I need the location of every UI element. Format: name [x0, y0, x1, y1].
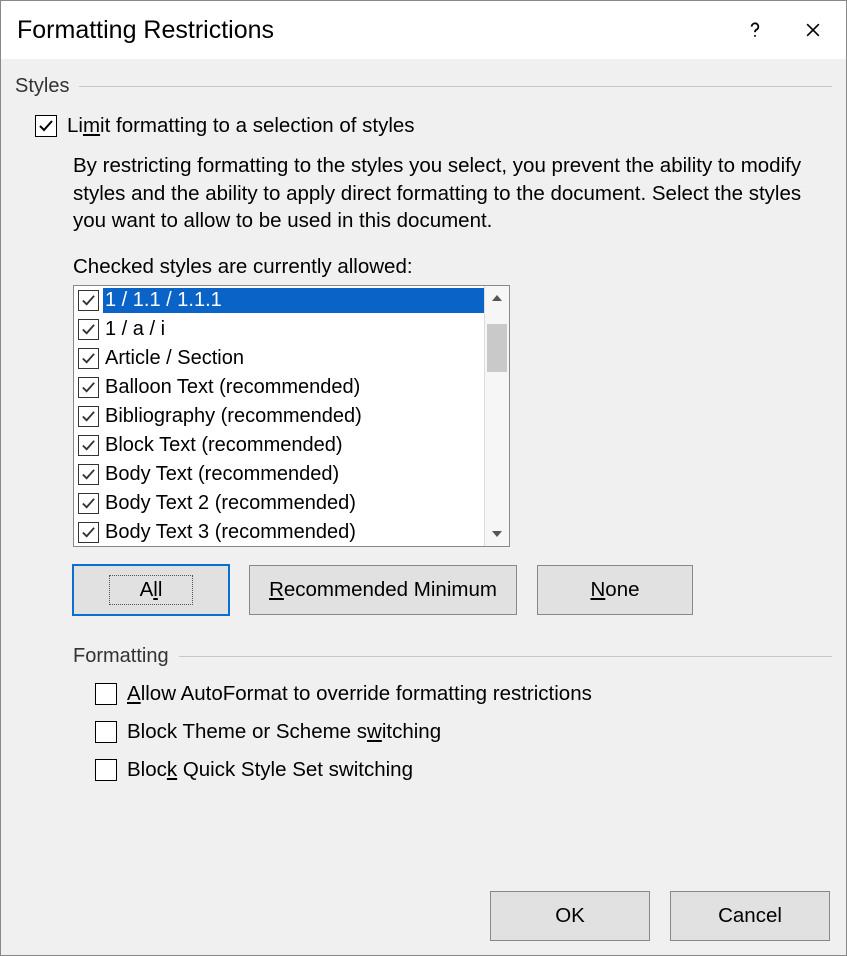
style-item-checkbox[interactable]	[78, 493, 99, 514]
all-button[interactable]: All	[73, 565, 229, 615]
scrollbar[interactable]	[484, 286, 509, 546]
list-label: Checked styles are currently allowed:	[73, 255, 832, 279]
scroll-thumb[interactable]	[487, 324, 507, 372]
style-item-label: Body Text 3 (recommended)	[103, 520, 484, 545]
description-text: By restricting formatting to the styles …	[73, 152, 832, 235]
ok-button[interactable]: OK	[490, 891, 650, 941]
style-item-checkbox[interactable]	[78, 435, 99, 456]
scroll-up-arrow[interactable]	[485, 286, 509, 310]
titlebar: Formatting Restrictions	[1, 1, 846, 59]
style-item-checkbox[interactable]	[78, 348, 99, 369]
styles-list-inner: 1 / 1.1 / 1.1.1 1 / a / i Article / Sectio…	[74, 286, 484, 546]
styles-listbox[interactable]: 1 / 1.1 / 1.1.1 1 / a / i Article / Sectio…	[73, 285, 510, 547]
formatting-section: Formatting Allow AutoFormat to override …	[15, 645, 832, 782]
scroll-down-arrow[interactable]	[485, 522, 509, 546]
block-quickstyle-label: Block Quick Style Set switching	[127, 758, 413, 782]
style-list-item[interactable]: Body Text 3 (recommended)	[74, 518, 484, 546]
style-item-label: 1 / 1.1 / 1.1.1	[103, 288, 484, 313]
allow-autoformat-label: Allow AutoFormat to override formatting …	[127, 682, 592, 706]
style-item-label: Body Text 2 (recommended)	[103, 491, 484, 516]
style-list-item[interactable]: 1 / 1.1 / 1.1.1	[74, 286, 484, 315]
divider	[179, 656, 832, 657]
none-button[interactable]: None	[537, 565, 693, 615]
style-item-checkbox[interactable]	[78, 319, 99, 340]
style-list-item[interactable]: Balloon Text (recommended)	[74, 373, 484, 402]
style-item-label: Bibliography (recommended)	[103, 404, 484, 429]
cancel-button[interactable]: Cancel	[670, 891, 830, 941]
style-item-checkbox[interactable]	[78, 522, 99, 543]
style-list-item[interactable]: Article / Section	[74, 344, 484, 373]
dialog-title: Formatting Restrictions	[17, 16, 726, 45]
style-item-checkbox[interactable]	[78, 290, 99, 311]
divider	[79, 86, 832, 87]
style-item-checkbox[interactable]	[78, 406, 99, 427]
styles-group-label: Styles	[15, 75, 69, 98]
style-list-item[interactable]: Body Text (recommended)	[74, 460, 484, 489]
style-item-checkbox[interactable]	[78, 377, 99, 398]
dialog-body: Styles Limit formatting to a selection o…	[1, 59, 846, 955]
block-quickstyle-row[interactable]: Block Quick Style Set switching	[95, 758, 832, 782]
styles-button-row: All Recommended Minimum None	[73, 565, 832, 615]
formatting-restrictions-dialog: Formatting Restrictions Styles Limit for…	[0, 0, 847, 956]
formatting-group-label: Formatting	[73, 645, 169, 668]
styles-group-header: Styles	[15, 75, 832, 98]
style-item-label: Block Text (recommended)	[103, 433, 484, 458]
style-item-label: 1 / a / i	[103, 317, 484, 342]
style-list-item[interactable]: Block Text (recommended)	[74, 431, 484, 460]
style-item-label: Body Text (recommended)	[103, 462, 484, 487]
limit-formatting-row[interactable]: Limit formatting to a selection of style…	[35, 114, 832, 138]
recommended-minimum-button[interactable]: Recommended Minimum	[249, 565, 517, 615]
help-button[interactable]	[726, 1, 784, 59]
style-item-checkbox[interactable]	[78, 464, 99, 485]
block-quickstyle-checkbox[interactable]	[95, 759, 117, 781]
close-button[interactable]	[784, 1, 842, 59]
dialog-footer: OK Cancel	[490, 891, 830, 941]
block-theme-label: Block Theme or Scheme switching	[127, 720, 441, 744]
allow-autoformat-checkbox[interactable]	[95, 683, 117, 705]
limit-formatting-checkbox[interactable]	[35, 115, 57, 137]
formatting-group-header: Formatting	[73, 645, 832, 668]
style-list-item[interactable]: Bibliography (recommended)	[74, 402, 484, 431]
allow-autoformat-row[interactable]: Allow AutoFormat to override formatting …	[95, 682, 832, 706]
style-item-label: Balloon Text (recommended)	[103, 375, 484, 400]
block-theme-row[interactable]: Block Theme or Scheme switching	[95, 720, 832, 744]
style-item-label: Article / Section	[103, 346, 484, 371]
style-list-item[interactable]: Body Text 2 (recommended)	[74, 489, 484, 518]
limit-formatting-label: Limit formatting to a selection of style…	[67, 114, 415, 138]
style-list-item[interactable]: 1 / a / i	[74, 315, 484, 344]
block-theme-checkbox[interactable]	[95, 721, 117, 743]
